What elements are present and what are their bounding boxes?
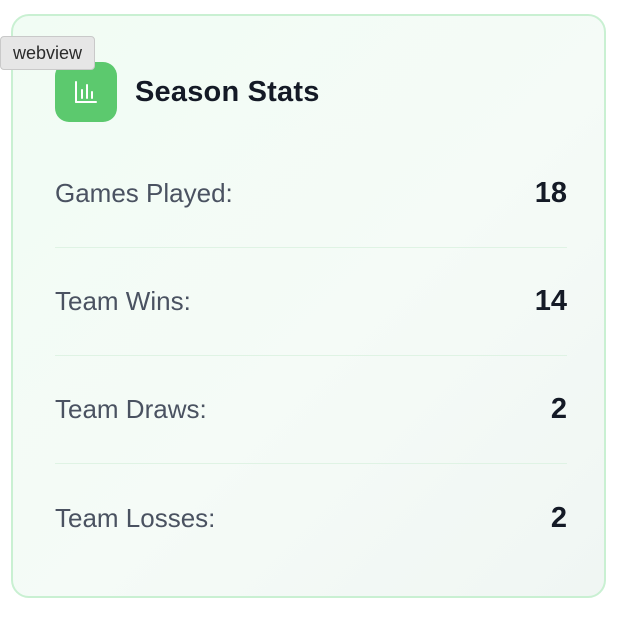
stat-value: 14	[534, 285, 567, 317]
page: webview Season Stats Games Played: 18 Te…	[0, 0, 628, 622]
stat-value: 18	[534, 177, 567, 209]
season-stats-card: Season Stats Games Played: 18 Team Wins:…	[11, 14, 606, 598]
stat-label: Games Played:	[55, 178, 233, 208]
bar-chart-icon	[55, 62, 117, 122]
stat-label: Team Wins:	[55, 286, 191, 316]
stat-row-team-wins: Team Wins: 14	[55, 248, 567, 356]
stat-row-games-played: Games Played: 18	[55, 140, 567, 248]
stat-value: 2	[550, 501, 567, 534]
card-header: Season Stats	[55, 62, 320, 122]
card-title: Season Stats	[135, 75, 320, 108]
stat-label: Team Draws:	[55, 394, 207, 424]
stat-label: Team Losses:	[55, 502, 216, 533]
stat-row-team-losses: Team Losses: 2	[55, 464, 567, 572]
webview-tooltip: webview	[0, 36, 96, 70]
stats-list: Games Played: 18 Team Wins: 14 Team Draw…	[55, 140, 567, 572]
stat-row-team-draws: Team Draws: 2	[55, 356, 567, 464]
stat-value: 2	[550, 393, 567, 425]
